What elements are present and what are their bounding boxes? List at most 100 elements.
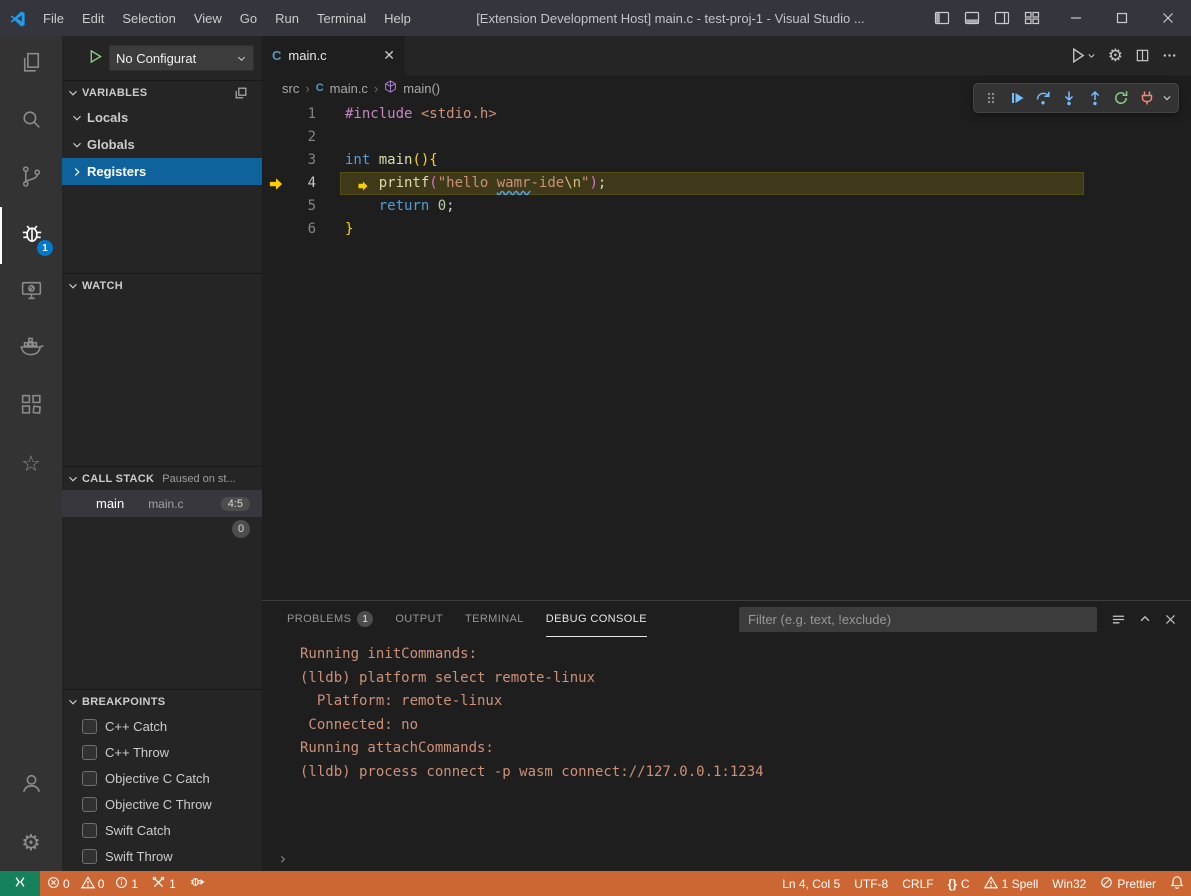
maximize-button[interactable] [1099, 0, 1145, 36]
code-line[interactable]: 6} [262, 218, 1191, 241]
breadcrumb-file[interactable]: main.c [330, 81, 368, 96]
customize-layout-icon[interactable] [1021, 5, 1043, 31]
platform-indicator[interactable]: Win32 [1045, 871, 1093, 896]
activity-search[interactable] [0, 93, 62, 150]
restart-icon[interactable] [1108, 85, 1134, 111]
call-stack-section-header[interactable]: CALL STACK Paused on st... [62, 466, 262, 490]
menu-terminal[interactable]: Terminal [308, 0, 375, 36]
menu-run[interactable]: Run [266, 0, 308, 36]
tab-main-c[interactable]: C main.c ✕ [262, 36, 405, 75]
code-line[interactable]: 2 [262, 126, 1191, 149]
watch-section-header[interactable]: WATCH [62, 273, 262, 297]
tab-terminal[interactable]: TERMINAL [465, 601, 524, 637]
start-debugging-icon[interactable] [88, 49, 103, 67]
run-or-debug-icon[interactable] [1070, 47, 1096, 64]
code-line-text[interactable]: } [340, 218, 353, 241]
breakpoint-row[interactable]: C++ Throw [62, 739, 262, 765]
tools-icon [152, 876, 165, 892]
variables-scope-locals[interactable]: Locals [62, 104, 262, 131]
step-over-icon[interactable] [1030, 85, 1056, 111]
breakpoint-row[interactable]: Objective C Catch [62, 765, 262, 791]
code-line-text[interactable] [340, 126, 345, 149]
breakpoint-checkbox[interactable] [82, 823, 97, 838]
console-options-icon[interactable] [1111, 612, 1126, 627]
activity-accounts[interactable] [0, 757, 62, 814]
step-into-icon[interactable] [1056, 85, 1082, 111]
breakpoint-row[interactable]: C++ Catch [62, 713, 262, 739]
eol-indicator[interactable]: CRLF [895, 871, 940, 896]
code-line[interactable]: 5 return 0; [262, 195, 1191, 218]
spell-checker-status[interactable]: 1 Spell [977, 871, 1046, 896]
code-line-text[interactable]: int main(){ [340, 149, 438, 172]
code-line-text[interactable]: printf("hello wamr-ide\n"); [340, 172, 606, 195]
tab-problems[interactable]: PROBLEMS 1 [287, 601, 373, 637]
breakpoint-checkbox[interactable] [82, 745, 97, 760]
console-filter-input[interactable] [739, 607, 1097, 632]
activity-run-debug[interactable]: 1 [0, 207, 62, 264]
close-panel-icon[interactable] [1164, 612, 1177, 627]
toolbar-drag-handle[interactable] [978, 85, 1004, 111]
breakpoint-checkbox[interactable] [82, 771, 97, 786]
activity-source-control[interactable] [0, 150, 62, 207]
code-line[interactable]: 4 printf("hello wamr-ide\n"); [262, 172, 1191, 195]
code-line[interactable]: 3int main(){ [262, 149, 1191, 172]
menu-selection[interactable]: Selection [113, 0, 184, 36]
cursor-position[interactable]: Ln 4, Col 5 [775, 871, 847, 896]
minimize-button[interactable] [1053, 0, 1099, 36]
tab-debug-console[interactable]: DEBUG CONSOLE [546, 601, 647, 637]
breakpoint-row[interactable]: Swift Catch [62, 817, 262, 843]
variables-scope-registers[interactable]: Registers [62, 158, 262, 185]
step-out-icon[interactable] [1082, 85, 1108, 111]
activity-explorer[interactable] [0, 36, 62, 93]
variables-scope-globals[interactable]: Globals [62, 131, 262, 158]
menu-edit[interactable]: Edit [73, 0, 113, 36]
close-button[interactable] [1145, 0, 1191, 36]
breakpoints-section-header[interactable]: BREAKPOINTS [62, 689, 262, 713]
tools-status[interactable]: 1 [145, 871, 183, 896]
formatter-status[interactable]: Prettier [1093, 871, 1163, 896]
breadcrumb-folder[interactable]: src [282, 81, 299, 96]
activity-extensions[interactable] [0, 378, 62, 435]
menu-view[interactable]: View [185, 0, 231, 36]
disconnect-icon[interactable] [1134, 85, 1160, 111]
notifications-bell[interactable] [1163, 871, 1191, 896]
menu-help[interactable]: Help [375, 0, 420, 36]
toggle-secondary-sidebar-icon[interactable] [991, 5, 1013, 31]
split-editor-icon[interactable] [1135, 48, 1150, 63]
breadcrumb-symbol[interactable]: main() [403, 81, 440, 96]
code-line-text[interactable]: #include <stdio.h> [340, 103, 497, 126]
debug-console-output[interactable]: Running initCommands: (lldb) platform se… [262, 637, 1191, 871]
console-input-row[interactable]: › [278, 845, 1191, 871]
breakpoint-row[interactable]: Objective C Throw [62, 791, 262, 817]
remote-indicator[interactable] [0, 871, 40, 896]
breakpoint-row[interactable]: Swift Throw [62, 843, 262, 869]
code-editor[interactable]: 1#include <stdio.h>23int main(){4 printf… [262, 101, 1191, 600]
activity-remote-explorer[interactable] [0, 264, 62, 321]
maximize-panel-icon[interactable] [1138, 612, 1152, 627]
variables-section-header[interactable]: VARIABLES [62, 80, 262, 104]
bell-icon [1170, 875, 1184, 893]
breakpoint-checkbox[interactable] [82, 797, 97, 812]
stack-frame-row[interactable]: main main.c 4:5 [62, 490, 262, 517]
variables-action-icon[interactable] [234, 86, 248, 100]
toggle-panel-icon[interactable] [961, 5, 983, 31]
activity-star-extension[interactable]: ☆ [0, 435, 62, 492]
gear-icon[interactable]: ⚙ [1108, 47, 1123, 64]
menu-file[interactable]: File [34, 0, 73, 36]
debug-config-dropdown[interactable]: No Configurat [109, 45, 254, 71]
breakpoint-checkbox[interactable] [82, 719, 97, 734]
breakpoint-checkbox[interactable] [82, 849, 97, 864]
encoding-indicator[interactable]: UTF-8 [847, 871, 895, 896]
debug-status[interactable] [183, 871, 212, 896]
continue-icon[interactable] [1004, 85, 1030, 111]
activity-docker[interactable] [0, 321, 62, 378]
problems-status[interactable]: 0 0 1 [40, 871, 145, 896]
toggle-sidebar-icon[interactable] [931, 5, 953, 31]
chevron-down-icon[interactable] [1160, 85, 1174, 111]
close-tab-icon[interactable]: ✕ [383, 47, 395, 64]
tab-output[interactable]: OUTPUT [395, 601, 443, 637]
language-mode[interactable]: {} C [941, 871, 977, 896]
more-actions-icon[interactable] [1162, 48, 1177, 63]
activity-settings[interactable]: ⚙ [0, 814, 62, 871]
menu-go[interactable]: Go [231, 0, 266, 36]
